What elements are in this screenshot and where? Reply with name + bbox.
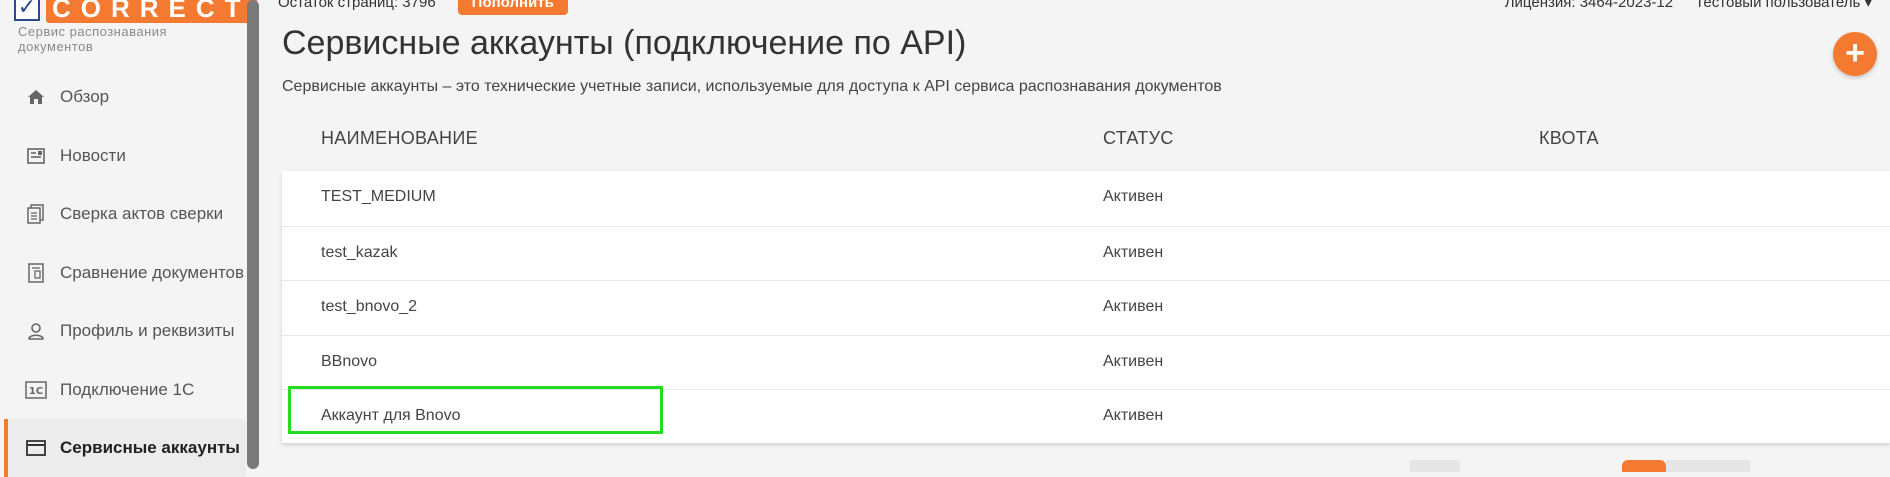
home-icon <box>24 85 48 109</box>
sidebar-item-profile[interactable]: Профиль и реквизиты <box>6 302 246 360</box>
sidebar-item-label: Обзор <box>60 87 110 106</box>
table-header: НАИМЕНОВАНИЕ СТАТУС КВОТА <box>282 110 1890 170</box>
pages-balance: Остаток страниц: 3796 <box>278 0 436 11</box>
sidebar-item-service-accounts[interactable]: Сервисные аккаунты <box>4 419 246 477</box>
account-name: BBnovo <box>321 353 378 370</box>
page-description: Сервисные аккаунты – это технические уче… <box>282 78 1222 95</box>
account-status: Активен <box>1103 298 1164 315</box>
add-service-account-button[interactable]: + <box>1833 32 1877 76</box>
sidebar-item-label: Новости <box>60 146 126 165</box>
sidebar-item-1c[interactable]: 1C Подключение 1С <box>6 361 246 419</box>
account-name: test_kazak <box>321 244 398 261</box>
account-name: test_bnovo_2 <box>321 298 418 315</box>
account-status: Активен <box>1103 244 1164 261</box>
documents-icon <box>24 202 48 226</box>
pagination-control[interactable] <box>1666 460 1750 472</box>
top-bar-user: Лицензия: 3464-2023-12 Тестовый пользова… <box>1505 0 1872 16</box>
table-row[interactable]: BBnovo Активен <box>282 335 1890 390</box>
sidebar-item-label: Подключение 1С <box>60 380 195 399</box>
selection-highlight <box>288 386 663 434</box>
sidebar-item-label: Сравнение документов <box>60 263 245 282</box>
logo-text: CORRECT <box>46 0 257 23</box>
table-row[interactable]: test_kazak Активен <box>282 226 1890 281</box>
window-icon <box>24 436 48 460</box>
logo-check-icon: ✓ <box>14 0 40 21</box>
sidebar-item-overview[interactable]: Обзор <box>6 68 246 126</box>
logo-subtitle: Сервис распознавания документов <box>18 24 168 54</box>
table-row[interactable]: TEST_MEDIUM Активен <box>282 171 1890 225</box>
user-icon <box>24 319 48 343</box>
sidebar-item-label: Профиль и реквизиты <box>60 321 235 340</box>
account-status: Активен <box>1103 353 1164 370</box>
user-menu[interactable]: Тестовый пользователь ▾ <box>1695 0 1872 11</box>
sidebar-item-compare[interactable]: Сравнение документов <box>6 244 246 302</box>
license-info: Лицензия: 3464-2023-12 <box>1504 0 1674 11</box>
news-icon <box>24 144 48 168</box>
column-header-quota[interactable]: КВОТА <box>1539 128 1599 149</box>
sidebar-item-label: Сверка актов сверки <box>60 204 224 223</box>
compare-icon <box>24 261 48 285</box>
table-row[interactable]: test_bnovo_2 Активен <box>282 280 1890 335</box>
svg-text:1C: 1C <box>29 386 43 397</box>
sidebar-item-label: Сервисные аккаунты <box>60 438 240 457</box>
account-name: TEST_MEDIUM <box>321 188 436 205</box>
column-header-status[interactable]: СТАТУС <box>1103 128 1174 149</box>
top-bar-balance: Остаток страниц: 3796 Пополнить <box>278 0 568 16</box>
page-title: Сервисные аккаунты (подключение по API) <box>282 24 967 62</box>
column-header-name[interactable]: НАИМЕНОВАНИЕ <box>321 128 478 149</box>
sidebar-item-news[interactable]: Новости <box>6 127 246 185</box>
account-status: Активен <box>1103 407 1164 424</box>
sidebar-scrollbar[interactable] <box>247 0 259 469</box>
account-status: Активен <box>1103 188 1164 205</box>
1c-icon: 1C <box>24 378 48 402</box>
pagination-active[interactable] <box>1622 460 1666 472</box>
sidebar: ✓ CORRECT Сервис распознавания документо… <box>0 0 260 477</box>
sidebar-item-reconciliation[interactable]: Сверка актов сверки <box>6 185 246 243</box>
page-size-control[interactable] <box>1410 460 1460 472</box>
top-up-button[interactable]: Пополнить <box>457 0 568 15</box>
